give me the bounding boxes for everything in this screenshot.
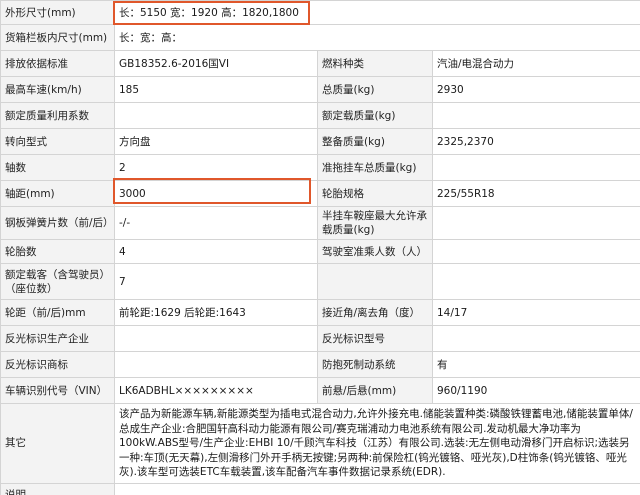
spec-value: GB18352.6-2016国VI <box>114 50 318 77</box>
spec-row: 外形尺寸(mm) 长：5150 宽：1920 高：1820,1800 <box>0 0 640 25</box>
footer-row: 说明 <box>0 482 640 495</box>
spec-label: 额定载客（含驾驶员）（座位数） <box>0 263 115 300</box>
spec-label: 车辆识别代号（VIN） <box>0 377 115 404</box>
spec-value <box>431 154 640 181</box>
spec-table: 外形尺寸(mm) 长：5150 宽：1920 高：1820,1800 货箱栏板内… <box>0 0 640 495</box>
spec-row: 车辆识别代号（VIN） LK6ADBHL××××××××× 前悬/后悬(mm) … <box>0 377 640 404</box>
spec-label <box>317 263 433 300</box>
spec-row: 转向型式 方向盘 整备质量(kg) 2325,2370 <box>0 128 640 155</box>
spec-value: 长：宽：高： <box>113 24 640 51</box>
spec-label: 轴距(mm) <box>0 180 115 207</box>
spec-label: 货箱栏板内尺寸(mm) <box>0 24 115 51</box>
spec-row: 最高车速(km/h) 185 总质量(kg) 2930 <box>0 76 640 103</box>
spec-value: 960/1190 <box>431 377 640 404</box>
spec-value <box>114 325 318 352</box>
spec-row: 轴数 2 准拖挂车总质量(kg) <box>0 154 640 181</box>
spec-value: 2930 <box>431 76 640 103</box>
spec-label: 轮距（前/后)mm <box>0 299 115 326</box>
spec-row: 轴距(mm) 3000 轮胎规格 225/55R18 <box>0 180 640 207</box>
spec-label: 反光标识商标 <box>0 351 115 378</box>
spec-value: 长：5150 宽：1920 高：1820,1800 <box>113 0 640 25</box>
spec-label: 接近角/离去角（度） <box>317 299 433 326</box>
spec-value <box>114 351 318 378</box>
spec-label: 额定质量利用系数 <box>0 102 115 129</box>
spec-value: 14/17 <box>431 299 640 326</box>
spec-label: 反光标识型号 <box>317 325 433 352</box>
spec-label: 外形尺寸(mm) <box>0 0 115 25</box>
spec-value: 7 <box>114 263 318 300</box>
spec-value: 3000 <box>114 180 318 207</box>
vehicle-spec-sheet: 外形尺寸(mm) 长：5150 宽：1920 高：1820,1800 货箱栏板内… <box>0 0 640 495</box>
spec-value <box>431 239 640 264</box>
spec-value <box>431 206 640 240</box>
spec-row: 额定质量利用系数 额定载质量(kg) <box>0 102 640 129</box>
spec-label: 最高车速(km/h) <box>0 76 115 103</box>
spec-label: 反光标识生产企业 <box>0 325 115 352</box>
spec-value <box>431 102 640 129</box>
spec-value: 方向盘 <box>114 128 318 155</box>
footer-label: 说明 <box>0 482 115 495</box>
spec-label: 驾驶室准乘人数（人） <box>317 239 433 264</box>
spec-row: 货箱栏板内尺寸(mm) 长：宽：高： <box>0 24 640 51</box>
spec-label: 准拖挂车总质量(kg) <box>317 154 433 181</box>
spec-row: 额定载客（含驾驶员）（座位数） 7 <box>0 263 640 300</box>
spec-label: 燃料种类 <box>317 50 433 77</box>
spec-value: 2325,2370 <box>431 128 640 155</box>
spec-value: 汽油/电混合动力 <box>431 50 640 77</box>
spec-row: 排放依据标准 GB18352.6-2016国VI 燃料种类 汽油/电混合动力 <box>0 50 640 77</box>
spec-label: 半挂车鞍座最大允许承载质量(kg) <box>317 206 433 240</box>
spec-label: 前悬/后悬(mm) <box>317 377 433 404</box>
spec-value: LK6ADBHL××××××××× <box>114 377 318 404</box>
spec-row: 轮胎数 4 驾驶室准乘人数（人） <box>0 239 640 264</box>
spec-label: 总质量(kg) <box>317 76 433 103</box>
spec-label: 轴数 <box>0 154 115 181</box>
spec-value: -/- <box>114 206 318 240</box>
spec-row: 轮距（前/后)mm 前轮距:1629 后轮距:1643 接近角/离去角（度） 1… <box>0 299 640 326</box>
spec-label: 轮胎规格 <box>317 180 433 207</box>
spec-label: 排放依据标准 <box>0 50 115 77</box>
spec-value: 前轮距:1629 后轮距:1643 <box>114 299 318 326</box>
spec-value: 225/55R18 <box>431 180 640 207</box>
spec-label: 整备质量(kg) <box>317 128 433 155</box>
spec-row: 反光标识生产企业 反光标识型号 <box>0 325 640 352</box>
spec-value <box>431 325 640 352</box>
spec-label: 轮胎数 <box>0 239 115 264</box>
spec-value: 有 <box>431 351 640 378</box>
spec-row: 钢板弹簧片数（前/后） -/- 半挂车鞍座最大允许承载质量(kg) <box>0 206 640 240</box>
spec-label: 防抱死制动系统 <box>317 351 433 378</box>
spec-row: 反光标识商标 防抱死制动系统 有 <box>0 351 640 378</box>
spec-label: 额定载质量(kg) <box>317 102 433 129</box>
other-text: 该产品为新能源车辆,新能源类型为插电式混合动力,允许外接充电.储能装置种类:磷酸… <box>113 403 640 484</box>
other-label: 其它 <box>0 403 115 484</box>
spec-value: 2 <box>114 154 318 181</box>
footer-value <box>113 482 640 495</box>
spec-label: 转向型式 <box>0 128 115 155</box>
other-row: 其它 该产品为新能源车辆,新能源类型为插电式混合动力,允许外接充电.储能装置种类… <box>0 403 640 484</box>
spec-value: 4 <box>114 239 318 264</box>
spec-value <box>114 102 318 129</box>
spec-label: 钢板弹簧片数（前/后） <box>0 206 115 240</box>
spec-value <box>431 263 640 300</box>
spec-value: 185 <box>114 76 318 103</box>
